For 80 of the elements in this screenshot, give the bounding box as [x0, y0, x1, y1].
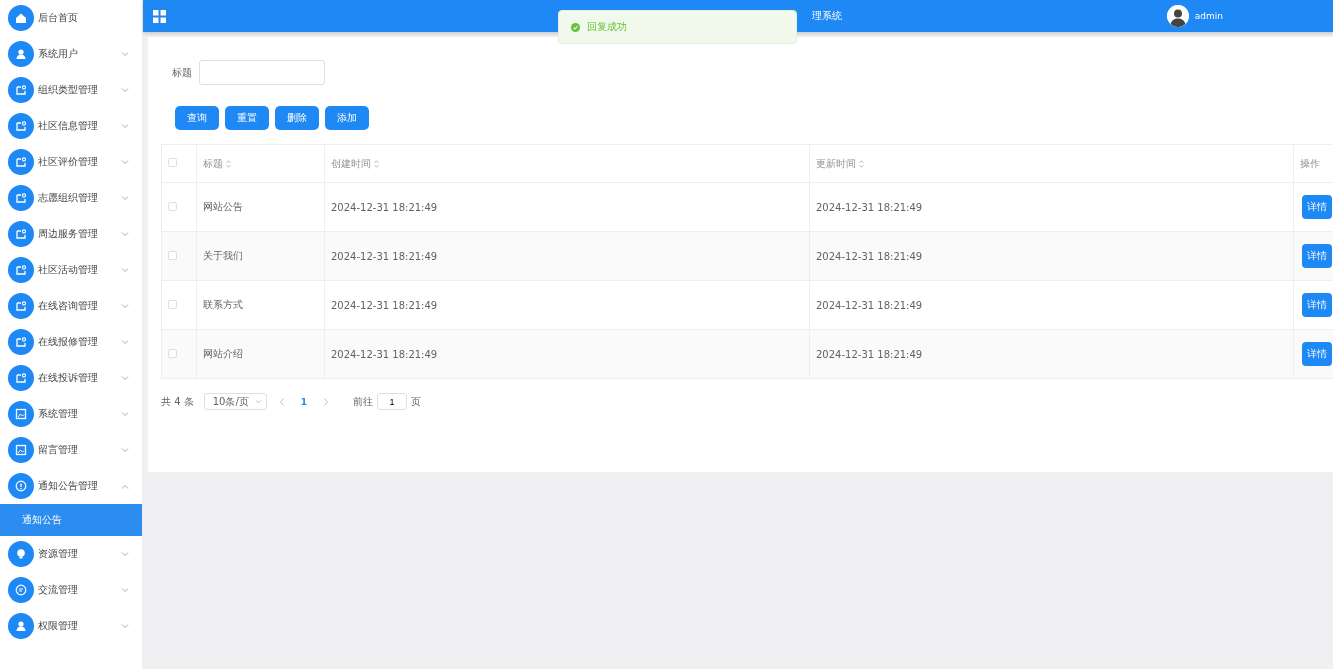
column-header: 操作	[1300, 157, 1320, 169]
row-checkbox[interactable]	[168, 299, 177, 309]
user-icon	[8, 613, 34, 639]
image-icon	[8, 437, 34, 463]
menu-item[interactable]: 留言管理	[0, 432, 142, 468]
menu-item[interactable]: 系统管理	[0, 396, 142, 432]
chat-icon	[8, 577, 34, 603]
page-number[interactable]: 1	[296, 397, 311, 407]
action-button[interactable]: 添加	[325, 106, 369, 130]
doc-icon	[8, 149, 34, 175]
sort-icon[interactable]	[859, 159, 864, 168]
row-checkbox[interactable]	[168, 348, 177, 358]
goto-label: 前往	[353, 394, 373, 409]
menu-item[interactable]: 资源管理	[0, 536, 142, 572]
doc-icon	[8, 185, 34, 211]
menu-item[interactable]: 系统用户	[0, 36, 142, 72]
app-title: 理系统	[812, 9, 842, 23]
menu-item[interactable]: 周边服务管理	[0, 216, 142, 252]
menu-item[interactable]: 社区活动管理	[0, 252, 142, 288]
menu-item[interactable]: 在线报修管理	[0, 324, 142, 360]
avatar[interactable]	[1166, 5, 1189, 27]
menu-item[interactable]: 后台首页	[0, 0, 142, 36]
menu-item[interactable]: 交流管理	[0, 572, 142, 608]
grid-menu-icon[interactable]	[153, 9, 166, 23]
info-icon	[8, 473, 34, 499]
menu-item[interactable]: 权限管理	[0, 608, 142, 644]
image-icon	[8, 401, 34, 427]
action-button[interactable]: 查询	[175, 106, 219, 130]
sort-icon[interactable]	[226, 159, 231, 168]
success-icon	[571, 22, 580, 32]
table-cell: 网站介绍	[203, 348, 243, 359]
select-all-checkbox[interactable]	[168, 158, 177, 167]
action-button[interactable]: 重置	[225, 106, 269, 130]
sort-icon[interactable]	[374, 159, 379, 168]
menu-item[interactable]: 通知公告管理	[0, 468, 142, 504]
doc-icon	[8, 329, 34, 355]
page-unit: 页	[411, 394, 421, 409]
table-cell: 关于我们	[203, 250, 243, 261]
chevron-down-icon	[254, 399, 262, 404]
row-checkbox[interactable]	[168, 250, 177, 260]
username: admin	[1194, 11, 1223, 21]
menu-item[interactable]: 组织类型管理	[0, 72, 142, 108]
detail-button[interactable]: 详情	[1302, 293, 1332, 317]
row-checkbox[interactable]	[168, 201, 177, 211]
page-size-select[interactable]: 10条/页	[203, 393, 267, 410]
table-cell: 2024-12-31 18:21:49	[331, 250, 438, 262]
toast-text: 回复成功	[587, 20, 627, 34]
table-cell: 2024-12-31 18:21:49	[816, 201, 923, 213]
menu-item[interactable]: 社区评价管理	[0, 144, 142, 180]
detail-button[interactable]: 详情	[1302, 195, 1332, 219]
doc-icon	[8, 113, 34, 139]
doc-icon	[8, 77, 34, 103]
menu-item[interactable]: 志愿组织管理	[0, 180, 142, 216]
total-count: 共 4 条	[161, 394, 194, 409]
table-cell: 2024-12-31 18:21:49	[816, 299, 923, 311]
user-icon	[8, 41, 34, 67]
field-label: 标题	[172, 65, 192, 80]
doc-icon	[8, 257, 34, 283]
bulb-icon	[8, 541, 34, 567]
table-cell: 2024-12-31 18:21:49	[816, 250, 923, 262]
detail-button[interactable]: 详情	[1302, 244, 1332, 268]
table-cell: 联系方式	[203, 299, 243, 310]
home-icon	[8, 5, 34, 31]
doc-icon	[8, 293, 34, 319]
menu-item[interactable]: 社区信息管理	[0, 108, 142, 144]
table-cell: 网站公告	[203, 201, 243, 212]
next-page-icon[interactable]	[323, 397, 329, 406]
action-button[interactable]: 删除	[275, 106, 319, 130]
title-search-field[interactable]	[199, 60, 325, 85]
table-cell: 2024-12-31 18:21:49	[331, 348, 438, 360]
page-input[interactable]: 1	[377, 393, 407, 410]
table-cell: 2024-12-31 18:21:49	[331, 201, 438, 213]
menu-item[interactable]: 在线咨询管理	[0, 288, 142, 324]
previous-page-icon[interactable]	[278, 397, 285, 406]
doc-icon	[8, 365, 34, 391]
table-cell: 2024-12-31 18:21:49	[816, 348, 923, 360]
doc-icon	[8, 221, 34, 247]
detail-button[interactable]: 详情	[1302, 342, 1332, 366]
menu-item[interactable]: 在线投诉管理	[0, 360, 142, 396]
table-cell: 2024-12-31 18:21:49	[331, 299, 438, 311]
